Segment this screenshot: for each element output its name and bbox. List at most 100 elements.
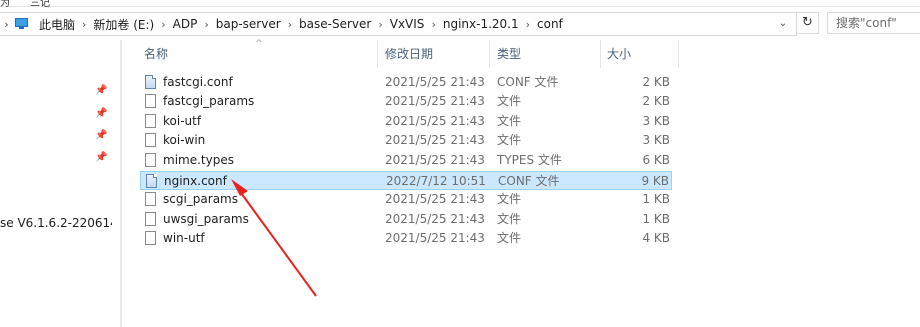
file-date: 2021/5/25 21:43 bbox=[385, 114, 485, 128]
breadcrumb-chevron-icon[interactable]: › bbox=[375, 18, 385, 31]
column-header-label: 类型 bbox=[497, 47, 522, 61]
column-header-label: 大小 bbox=[607, 47, 632, 61]
column-header-date[interactable]: 修改日期 bbox=[385, 40, 433, 68]
file-icon bbox=[145, 114, 156, 128]
file-name: mime.types bbox=[163, 153, 234, 167]
breadcrumb-item[interactable]: ADP bbox=[169, 17, 202, 31]
file-size: 1 KB bbox=[642, 192, 670, 206]
file-row[interactable]: koi-win 2021/5/25 21:43 文件 3 KB bbox=[140, 131, 672, 150]
file-row[interactable]: fastcgi_params 2021/5/25 21:43 文件 2 KB bbox=[140, 92, 672, 111]
file-type: TYPES 文件 bbox=[497, 153, 562, 167]
file-name: fastcgi_params bbox=[163, 94, 255, 108]
address-history-dropdown-icon[interactable]: ⌄ bbox=[772, 14, 794, 34]
file-size: 4 KB bbox=[642, 231, 670, 245]
file-icon bbox=[145, 231, 156, 245]
file-type: 文件 bbox=[497, 94, 522, 108]
pin-icon: 📌 bbox=[95, 108, 108, 119]
file-row-selected[interactable]: nginx.conf 2022/7/12 10:51 CONF 文件 9 KB bbox=[140, 171, 672, 190]
pin-icon: 📌 bbox=[95, 130, 108, 141]
file-size: 2 KB bbox=[642, 94, 670, 108]
file-date: 2021/5/25 21:43 bbox=[385, 153, 485, 167]
breadcrumb: 此电脑 › 新加卷 (E:) › ADP › bap-server › base-Ser… bbox=[35, 16, 567, 33]
ribbon-fragment-right: 三记 bbox=[30, 0, 50, 9]
breadcrumb-item[interactable]: base-Server bbox=[295, 17, 375, 31]
breadcrumb-chevron-icon[interactable]: › bbox=[79, 18, 89, 31]
file-icon bbox=[145, 212, 156, 226]
file-date: 2022/7/12 10:51 bbox=[386, 174, 486, 188]
file-icon bbox=[145, 94, 156, 108]
file-name: koi-win bbox=[163, 133, 206, 147]
breadcrumb-item[interactable]: 新加卷 (E:) bbox=[89, 16, 158, 33]
column-divider[interactable] bbox=[489, 40, 490, 68]
breadcrumb-item-current[interactable]: conf bbox=[533, 17, 567, 31]
this-pc-icon bbox=[15, 18, 29, 30]
file-size: 3 KB bbox=[642, 114, 670, 128]
file-row[interactable]: fastcgi.conf 2021/5/25 21:43 CONF 文件 2 K… bbox=[140, 73, 672, 92]
ribbon-remnant: 为 三记 bbox=[0, 0, 920, 9]
file-name: scgi_params bbox=[163, 192, 238, 206]
column-divider[interactable] bbox=[600, 40, 601, 68]
file-icon bbox=[145, 192, 156, 206]
file-date: 2021/5/25 21:43 bbox=[385, 212, 485, 226]
column-header-label: 名称 bbox=[144, 47, 169, 61]
file-name: koi-utf bbox=[163, 114, 202, 128]
file-row[interactable]: win-utf 2021/5/25 21:43 文件 4 KB bbox=[140, 229, 672, 248]
file-size: 9 KB bbox=[641, 174, 669, 188]
file-size: 3 KB bbox=[642, 133, 670, 147]
file-date: 2021/5/25 21:43 bbox=[385, 75, 485, 89]
column-header-label: 修改日期 bbox=[385, 47, 434, 61]
file-date: 2021/5/25 21:43 bbox=[385, 192, 485, 206]
column-header-type[interactable]: 类型 bbox=[497, 40, 521, 68]
file-name: uwsgi_params bbox=[163, 212, 249, 226]
file-date: 2021/5/25 21:43 bbox=[385, 94, 485, 108]
breadcrumb-chevron-icon[interactable]: › bbox=[158, 18, 168, 31]
column-header-size[interactable]: 大小 bbox=[607, 40, 631, 68]
refresh-icon[interactable]: ↻ bbox=[797, 12, 819, 34]
file-type: 文件 bbox=[497, 212, 522, 226]
pin-icon: 📌 bbox=[95, 85, 108, 96]
file-row[interactable]: uwsgi_params 2021/5/25 21:43 文件 1 KB bbox=[140, 210, 672, 229]
file-type: 文件 bbox=[497, 133, 522, 147]
breadcrumb-item[interactable]: bap-server bbox=[212, 17, 285, 31]
file-type: 文件 bbox=[497, 231, 522, 245]
file-date: 2021/5/25 21:43 bbox=[385, 231, 485, 245]
navigation-pane bbox=[0, 40, 122, 327]
file-size: 2 KB bbox=[642, 75, 670, 89]
address-bar[interactable]: › 此电脑 › 新加卷 (E:) › ADP › bap-server › base-S… bbox=[0, 12, 797, 36]
file-name: fastcgi.conf bbox=[163, 75, 233, 89]
file-icon bbox=[145, 133, 156, 147]
file-icon bbox=[145, 153, 156, 167]
breadcrumb-chevron-icon[interactable]: › bbox=[428, 18, 438, 31]
file-row[interactable]: mime.types 2021/5/25 21:43 TYPES 文件 6 KB bbox=[140, 151, 672, 170]
file-name: nginx.conf bbox=[164, 174, 227, 188]
file-row[interactable]: koi-utf 2021/5/25 21:43 文件 3 KB bbox=[140, 112, 672, 131]
ribbon-fragment-left: 为 bbox=[0, 0, 10, 9]
breadcrumb-chevron-icon[interactable]: › bbox=[523, 18, 533, 31]
column-divider[interactable] bbox=[377, 40, 378, 68]
file-type: CONF 文件 bbox=[498, 174, 560, 188]
breadcrumb-chevron-icon[interactable]: › bbox=[285, 18, 295, 31]
file-type: 文件 bbox=[497, 192, 522, 206]
conf-file-icon bbox=[145, 75, 156, 89]
breadcrumb-chevron-icon[interactable]: › bbox=[201, 18, 211, 31]
file-name: win-utf bbox=[163, 231, 205, 245]
file-size: 6 KB bbox=[642, 153, 670, 167]
breadcrumb-item[interactable]: nginx-1.20.1 bbox=[439, 17, 523, 31]
file-date: 2021/5/25 21:43 bbox=[385, 133, 485, 147]
search-input[interactable]: 搜索"conf" bbox=[827, 12, 920, 34]
breadcrumb-item[interactable]: VxVIS bbox=[386, 17, 429, 31]
file-list: 名称 ^ 修改日期 类型 大小 fastcgi.conf 2021/5/25 2… bbox=[122, 39, 920, 327]
address-row: › 此电脑 › 新加卷 (E:) › ADP › bap-server › base-S… bbox=[0, 11, 920, 37]
breadcrumb-overflow-chevron-icon[interactable]: › bbox=[0, 18, 13, 31]
file-size: 1 KB bbox=[642, 212, 670, 226]
file-type: 文件 bbox=[497, 114, 522, 128]
column-header-name[interactable]: 名称 bbox=[144, 40, 168, 68]
pin-icon: 📌 bbox=[95, 152, 108, 163]
conf-file-icon bbox=[146, 174, 157, 188]
nav-item-truncated[interactable]: se V6.1.6.2-220614-0 bbox=[0, 216, 112, 230]
file-row[interactable]: scgi_params 2021/5/25 21:43 文件 1 KB bbox=[140, 190, 672, 209]
column-divider[interactable] bbox=[678, 40, 679, 68]
sort-ascending-icon: ^ bbox=[255, 39, 263, 49]
file-type: CONF 文件 bbox=[497, 75, 559, 89]
breadcrumb-item[interactable]: 此电脑 bbox=[35, 16, 79, 33]
